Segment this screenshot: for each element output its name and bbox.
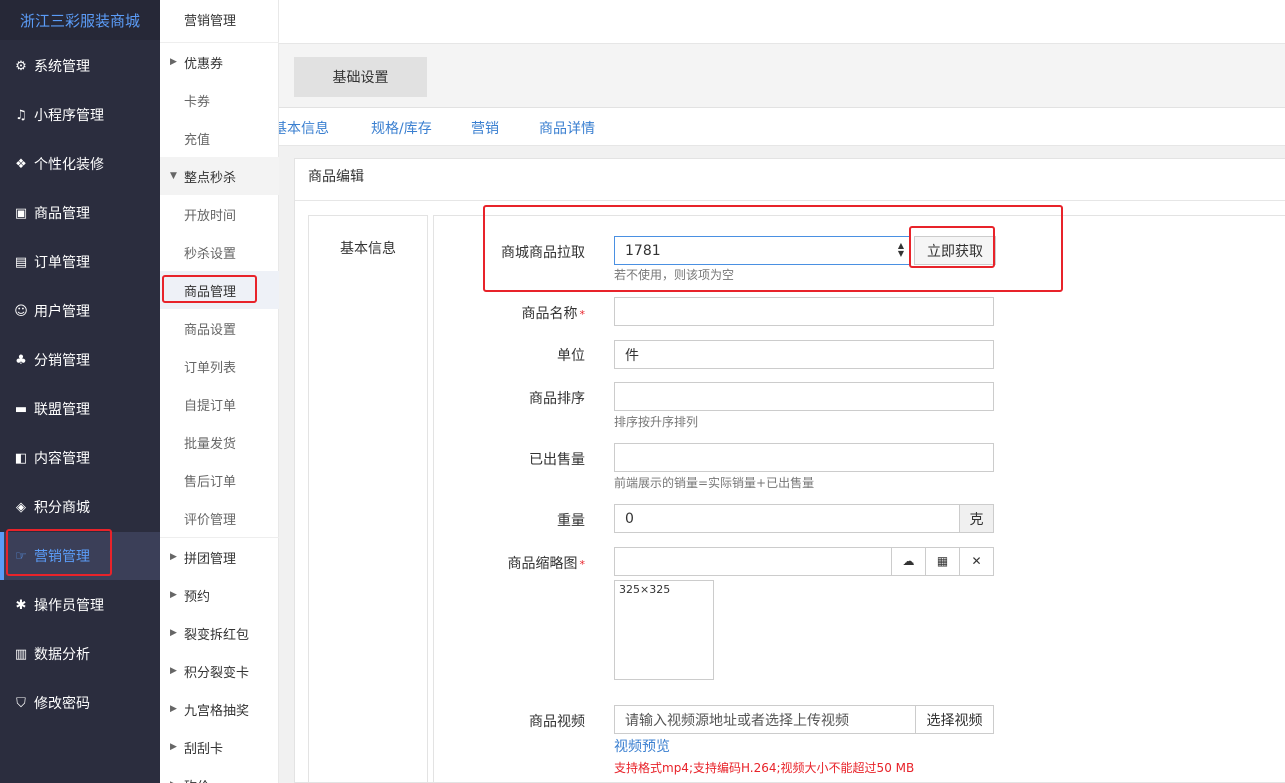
weight-unit: 克: [959, 504, 994, 533]
caret-right-icon: ▶: [170, 704, 177, 714]
shield-icon: ⛉: [16, 695, 26, 711]
submenu-flash-sale[interactable]: ▼ 整点秒杀: [160, 157, 279, 195]
submenu-flash-open-time[interactable]: 开放时间: [160, 195, 279, 233]
caret-right-icon: ▶: [170, 628, 177, 638]
tabs-bar: 基础设置: [279, 44, 1285, 108]
order-list-icon: ▤: [14, 254, 28, 270]
weight-input[interactable]: 0: [614, 504, 960, 533]
caret-right-icon: ▶: [170, 57, 177, 67]
video-input[interactable]: 请输入视频源地址或者选择上传视频: [614, 705, 916, 734]
sold-label: 已出售量: [529, 452, 585, 468]
caret-right-icon: ▶: [170, 590, 177, 600]
pull-input[interactable]: 1781 ▲ ▼: [614, 236, 910, 265]
sort-help: 排序按升序排列: [614, 415, 699, 429]
sidebar-item-users[interactable]: ☺ 用户管理: [0, 287, 160, 335]
pull-label: 商城商品拉取: [501, 245, 585, 261]
name-label: 商品名称 *: [521, 306, 586, 322]
sidebar-item-operators[interactable]: ✱ 操作员管理: [0, 581, 160, 629]
video-help: 支持格式mp4;支持编码H.264;视频大小不能超过50 MB: [614, 761, 915, 775]
grid-icon[interactable]: ▦: [925, 547, 959, 575]
content-icon: ◧: [14, 450, 28, 466]
sidebar-item-alliance[interactable]: ▬ 联盟管理: [0, 385, 160, 433]
caret-right-icon: ▶: [170, 552, 177, 562]
weight-label: 重量: [557, 513, 585, 529]
name-input[interactable]: [614, 297, 994, 326]
tab-basic-settings[interactable]: 基础设置: [294, 57, 427, 97]
section-nav: 基本信息: [308, 215, 428, 783]
store-icon: ▬: [14, 401, 28, 417]
bag-icon: ▣: [14, 205, 28, 221]
submenu-flash-aftersale[interactable]: 售后订单: [160, 461, 279, 499]
spinner-icon[interactable]: ▲ ▼: [898, 242, 904, 258]
sidebar-item-points-mall[interactable]: ◈ 积分商城: [0, 483, 160, 531]
brand-title: 浙江三彩服装商城: [0, 0, 160, 40]
sold-help: 前端展示的销量=实际销量+已出售量: [614, 476, 815, 490]
submenu-bargain[interactable]: ▶砍价: [160, 766, 279, 783]
submenu-points-card[interactable]: ▶ 积分裂变卡: [160, 652, 279, 690]
thumb-label: 商品缩略图 *: [507, 556, 586, 572]
submenu-flash-goods[interactable]: 商品管理: [160, 271, 279, 309]
submenu-scratch-card[interactable]: ▶ 刮刮卡: [160, 728, 279, 766]
submenu-flash-batch-ship[interactable]: 批量发货: [160, 423, 279, 461]
select-video-button[interactable]: 选择视频: [915, 705, 994, 734]
video-preview-link[interactable]: 视频预览: [614, 736, 670, 756]
submenu-group-buy[interactable]: ▶ 拼团管理: [160, 538, 279, 576]
network-icon: ♣: [15, 352, 27, 368]
cog-icon: ✱: [15, 597, 27, 613]
submenu-red-packet[interactable]: ▶ 裂变拆红包: [160, 614, 279, 652]
thumb-preview: 325×325: [614, 580, 714, 680]
sidebar-item-marketing[interactable]: ☞ 营销管理: [0, 532, 160, 580]
cube-icon: ◈: [16, 499, 26, 515]
pull-help: 若不使用，则该项为空: [614, 268, 735, 282]
unit-input[interactable]: 件: [614, 340, 994, 369]
caret-down-icon: ▼: [170, 171, 177, 181]
sidebar-item-system[interactable]: ⚙ 系统管理: [0, 42, 160, 90]
fetch-now-button[interactable]: 立即获取: [914, 236, 996, 265]
submenu-flash-settings[interactable]: 秒杀设置: [160, 233, 279, 271]
caret-right-icon: ▶: [170, 666, 177, 676]
submenu-reservation[interactable]: ▶ 预约: [160, 576, 279, 614]
caret-right-icon: ▶: [170, 742, 177, 752]
video-label: 商品视频: [529, 714, 585, 730]
submenu-title: 营销管理: [184, 13, 237, 29]
section-basic-info: 基本信息: [340, 241, 396, 257]
sidebar-item-distribution[interactable]: ♣ 分销管理: [0, 336, 160, 384]
unit-label: 单位: [557, 348, 585, 364]
sort-label: 商品排序: [529, 391, 585, 407]
panel-title: 商品编辑: [308, 169, 364, 185]
sidebar-item-password[interactable]: ⛉ 修改密码: [0, 679, 160, 727]
sort-input[interactable]: [614, 382, 994, 411]
submenu-coupon[interactable]: ▶ 优惠券: [160, 43, 279, 81]
upload-cloud-icon[interactable]: ☁: [891, 547, 925, 575]
user-icon: ☺: [14, 303, 28, 319]
sidebar-item-miniprogram[interactable]: ♫ 小程序管理: [0, 91, 160, 139]
subtab-spec-stock[interactable]: 规格/库存: [371, 118, 432, 138]
main-sidebar: 浙江三彩服装商城 ⚙ 系统管理 ♫ 小程序管理 ❖ 个性化装修 ▣ 商品管理 ▤ 订单管理…: [0, 0, 160, 783]
gear-icon: ⚙: [15, 58, 27, 74]
sidebar-item-orders[interactable]: ▤ 订单管理: [0, 238, 160, 286]
subtab-basic-info[interactable]: 基本信息: [279, 118, 329, 138]
sidebar-item-content[interactable]: ◧ 内容管理: [0, 434, 160, 482]
sidebar-item-goods[interactable]: ▣ 商品管理: [0, 189, 160, 237]
submenu-flash-reviews[interactable]: 评价管理: [160, 499, 279, 537]
top-bar: [279, 0, 1285, 44]
submenu-flash-order-list[interactable]: 订单列表: [160, 347, 279, 385]
subtab-details[interactable]: 商品详情: [539, 118, 595, 138]
sidebar-item-analytics[interactable]: ▥ 数据分析: [0, 630, 160, 678]
submenu-card[interactable]: 卡券: [160, 81, 279, 119]
subtab-marketing[interactable]: 营销: [471, 118, 499, 138]
chart-icon: ▥: [14, 646, 28, 662]
sub-sidebar: 营销管理 ▶ 优惠券 卡券 充值 ▼ 整点秒杀 开放时间 秒杀设置 商品管理 商品设…: [160, 0, 279, 783]
submenu-recharge[interactable]: 充值: [160, 119, 279, 157]
miniprogram-icon: ♫: [15, 107, 27, 123]
submenu-flash-goods-settings[interactable]: 商品设置: [160, 309, 279, 347]
submenu-lottery[interactable]: ▶ 九宫格抽奖: [160, 690, 279, 728]
sidebar-item-decoration[interactable]: ❖ 个性化装修: [0, 140, 160, 188]
sold-input[interactable]: [614, 443, 994, 472]
marketing-icon: ☞: [15, 548, 27, 564]
close-icon[interactable]: ✕: [959, 547, 993, 575]
subtabs: 基本信息 规格/库存 营销 商品详情: [279, 108, 1285, 146]
submenu-flash-pickup-orders[interactable]: 自提订单: [160, 385, 279, 423]
decoration-icon: ❖: [15, 156, 27, 172]
